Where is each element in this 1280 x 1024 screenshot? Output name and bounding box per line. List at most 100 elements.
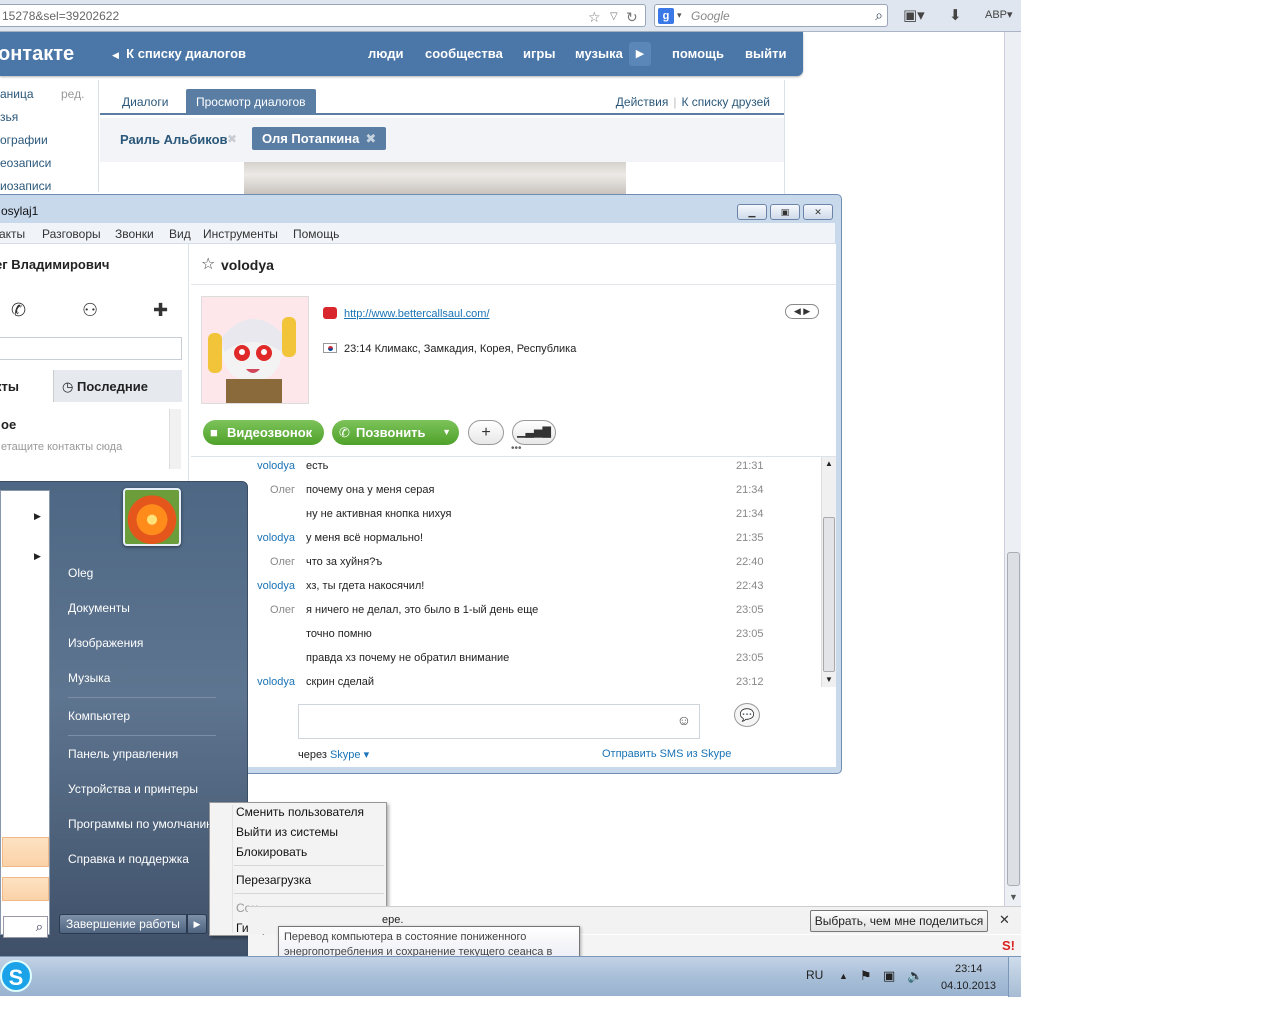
page-scrollbar[interactable]: ▼ <box>1004 32 1021 906</box>
contacts-scrollbar[interactable] <box>169 409 181 469</box>
action-center-flag-icon[interactable]: ⚑ <box>860 968 872 984</box>
friends-list-link[interactable]: К списку друзей <box>681 95 770 109</box>
send-message-icon[interactable]: 💬 <box>734 703 760 727</box>
chevron-right-icon[interactable]: ▶ <box>34 511 41 522</box>
user-avatar[interactable] <box>123 488 181 546</box>
menu-conversations[interactable]: Разговоры <box>42 227 101 241</box>
minimize-button[interactable]: ▁ <box>737 204 767 220</box>
scroll-down-icon[interactable]: ▼ <box>1009 892 1018 902</box>
start-item-user[interactable]: Oleg <box>68 566 93 580</box>
messages-scrollbar[interactable]: ▲ ▼ <box>821 457 836 687</box>
add-button[interactable]: + <box>468 420 504 445</box>
menu-item-lock[interactable]: Блокировать <box>236 845 307 859</box>
vk-menu-videos[interactable]: еозаписи <box>0 156 51 170</box>
menu-calls[interactable]: Звонки <box>115 227 154 241</box>
emoticon-icon[interactable]: ☺ <box>677 712 691 728</box>
remove-icon[interactable]: ✖ <box>227 132 237 146</box>
close-button[interactable]: ✕ <box>803 204 833 220</box>
highlighted-program[interactable] <box>2 877 49 901</box>
menu-view[interactable]: Вид <box>169 227 191 241</box>
language-indicator[interactable]: RU <box>806 968 823 982</box>
phone-icon[interactable]: ✆ <box>11 300 26 321</box>
menu-contacts[interactable]: акты <box>0 227 25 241</box>
remove-icon[interactable]: ✖ <box>365 131 376 146</box>
signal-strength-icon[interactable]: ▁▃▅▇ <box>512 420 556 445</box>
bookmark-star-icon[interactable]: ☆ <box>588 9 601 26</box>
chevron-down-icon[interactable]: ▼ <box>442 420 451 445</box>
skype-taskbar-icon[interactable]: S <box>0 960 32 992</box>
add-contact-icon[interactable]: ✚ <box>153 300 168 321</box>
start-item-computer[interactable]: Компьютер <box>68 709 130 723</box>
tab-contacts[interactable]: кты <box>0 370 53 402</box>
start-search-input[interactable]: ⌕ <box>3 916 48 938</box>
show-desktop-button[interactable] <box>1008 957 1021 997</box>
star-icon[interactable]: ☆ <box>201 254 215 274</box>
network-icon[interactable]: ▣ <box>883 968 895 984</box>
message-author[interactable]: volodya <box>191 460 295 472</box>
vk-menu-photos[interactable]: ографии <box>0 133 48 147</box>
page-scrollbar-thumb[interactable] <box>1007 552 1020 886</box>
group-icon[interactable]: ⚇ <box>82 300 98 321</box>
scroll-down-icon[interactable]: ▼ <box>825 675 833 684</box>
nav-music[interactable]: музыка <box>575 46 623 61</box>
contact-url-link[interactable]: http://www.bettercallsaul.com/ <box>344 308 490 320</box>
participant-2[interactable]: Оля Потапкина ✖ <box>252 127 387 150</box>
skype-username[interactable]: ег Владимирович <box>0 257 109 272</box>
nav-games[interactable]: игры <box>523 46 555 61</box>
contacts-search-input[interactable] <box>0 337 182 360</box>
start-item-help[interactable]: Справка и поддержка <box>68 852 189 866</box>
nav-people[interactable]: люди <box>368 46 403 61</box>
start-item-control-panel[interactable]: Панель управления <box>68 747 178 761</box>
start-item-documents[interactable]: Документы <box>68 601 130 615</box>
chevron-right-icon[interactable]: ▶ <box>34 551 41 562</box>
close-icon[interactable]: ✕ <box>999 912 1010 928</box>
vk-menu-audio[interactable]: иозаписи <box>0 179 51 193</box>
shutdown-options-icon[interactable]: ▶ <box>187 914 207 934</box>
vk-menu-friends[interactable]: зья <box>0 110 18 124</box>
nav-help[interactable]: помощь <box>672 46 724 61</box>
start-item-devices[interactable]: Устройства и принтеры <box>68 782 198 796</box>
nav-communities[interactable]: сообщества <box>425 46 503 61</box>
bookmarks-icon[interactable]: ▣▾ <box>903 6 925 24</box>
vk-logo[interactable]: онтакте <box>0 43 74 66</box>
start-item-pictures[interactable]: Изображения <box>68 636 143 650</box>
clock-date[interactable]: 04.10.2013 <box>941 980 996 992</box>
profile-nav-arrows[interactable]: ◀ ▶ <box>785 304 819 319</box>
via-skype-dropdown[interactable]: Skype ▾ <box>330 749 369 761</box>
video-call-button[interactable]: ■ Видеозвонок <box>203 420 324 445</box>
message-input[interactable]: ☺ <box>298 704 700 739</box>
menu-item-logoff[interactable]: Выйти из системы <box>236 825 338 839</box>
reload-icon[interactable]: ↻ <box>626 9 638 26</box>
participant-1[interactable]: Раиль Альбиков <box>120 132 228 147</box>
dropdown-icon[interactable]: ▽ <box>610 11 618 22</box>
download-icon[interactable]: ⬇ <box>949 6 962 24</box>
music-play-icon[interactable]: ▶ <box>629 42 651 66</box>
search-icon[interactable]: ⌕ <box>36 919 43 935</box>
vk-edit-link[interactable]: ред. <box>61 87 84 101</box>
tab-recent[interactable]: ◷ Последние <box>53 370 182 402</box>
menu-help[interactable]: Помощь <box>293 227 339 241</box>
start-item-default-programs[interactable]: Программы по умолчанию <box>68 817 215 831</box>
scroll-up-icon[interactable]: ▲ <box>825 459 833 468</box>
tray-expand-icon[interactable]: ▲ <box>839 971 848 981</box>
resize-handle[interactable]: ••• <box>511 443 522 454</box>
messages-scrollbar-thumb[interactable] <box>823 517 835 672</box>
clock-time[interactable]: 23:14 <box>955 963 983 975</box>
shutdown-button[interactable]: Завершение работы <box>59 914 187 934</box>
menu-item-restart[interactable]: Перезагрузка <box>236 873 311 887</box>
volume-icon[interactable]: 🔈 <box>907 968 923 984</box>
tab-dialogs[interactable]: Диалоги <box>122 95 168 109</box>
search-icon[interactable]: ⌕ <box>875 7 883 24</box>
maximize-button[interactable]: ▣ <box>770 204 800 220</box>
send-sms-link[interactable]: Отправить SMS из Skype <box>602 748 731 760</box>
search-engine-dropdown-icon[interactable]: ▾ <box>677 10 682 21</box>
url-input[interactable]: 15278&sel=39202622 ☆ ▽ ↻ <box>0 4 646 27</box>
start-item-music[interactable]: Музыка <box>68 671 110 685</box>
share-choice-button[interactable]: Выбрать, чем мне поделиться <box>810 910 988 932</box>
search-box[interactable]: g ▾ Google ⌕ <box>654 4 888 27</box>
call-button[interactable]: ✆ Позвонить ▼ <box>332 420 459 445</box>
nav-logout[interactable]: выйти <box>745 46 786 61</box>
addon-s-icon[interactable]: S! <box>1002 938 1018 954</box>
actions-link[interactable]: Действия <box>616 95 669 109</box>
vk-menu-page[interactable]: аница <box>0 87 34 101</box>
